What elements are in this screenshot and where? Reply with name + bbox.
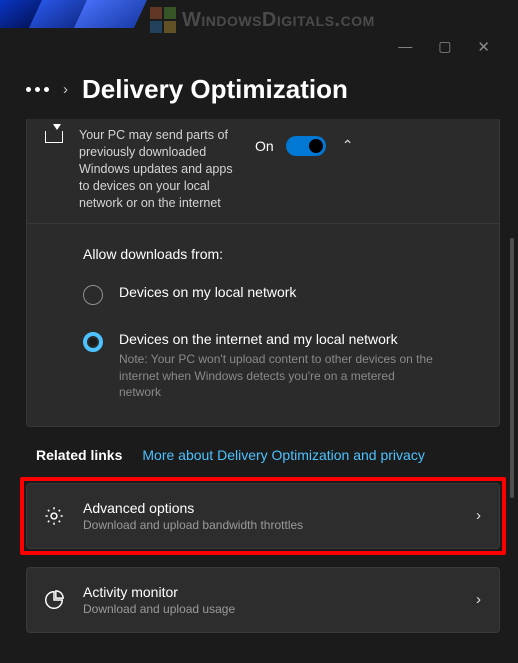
advanced-options-item[interactable]: Advanced options Download and upload ban… — [26, 483, 500, 549]
radio-internet-and-local[interactable]: Devices on the internet and my local net… — [83, 331, 481, 400]
item-subtitle: Download and upload usage — [83, 602, 235, 616]
item-subtitle: Download and upload bandwidth throttles — [83, 518, 303, 532]
radio-label: Devices on my local network — [119, 284, 296, 300]
maximize-button[interactable]: ▢ — [438, 38, 451, 56]
radio-label: Devices on the internet and my local net… — [119, 331, 439, 347]
close-button[interactable]: ✕ — [477, 38, 490, 56]
allow-downloads-section: Allow downloads from: Devices on my loca… — [27, 224, 499, 426]
minimize-button[interactable]: — — [398, 38, 412, 56]
activity-monitor-item[interactable]: Activity monitor Download and upload usa… — [26, 567, 500, 633]
item-title: Advanced options — [83, 500, 303, 516]
pie-chart-icon — [43, 589, 65, 611]
radio-local-network[interactable]: Devices on my local network — [83, 284, 481, 305]
radio-icon — [83, 332, 103, 352]
chevron-up-icon[interactable]: ⌃ — [338, 133, 358, 158]
header: › Delivery Optimization — [0, 62, 518, 119]
gear-icon — [43, 505, 65, 527]
more-icon[interactable] — [26, 87, 49, 92]
page-title: Delivery Optimization — [82, 74, 348, 105]
chevron-right-icon: › — [476, 507, 481, 524]
top-accent-strip — [0, 0, 518, 28]
related-links-row: Related links More about Delivery Optimi… — [26, 427, 500, 483]
allow-other-pcs-description: Your PC may send parts of previously dow… — [79, 127, 239, 211]
related-link-more[interactable]: More about Delivery Optimization and pri… — [142, 447, 424, 463]
download-tray-icon — [45, 131, 63, 143]
allow-downloads-label: Allow downloads from: — [83, 246, 481, 262]
radio-note: Note: Your PC won't upload content to ot… — [119, 351, 439, 400]
related-links-label: Related links — [36, 447, 122, 463]
breadcrumb-chevron-icon: › — [63, 81, 68, 98]
scrollbar[interactable] — [510, 238, 514, 498]
toggle-state-label: On — [255, 138, 274, 154]
window-controls: — ▢ ✕ — [398, 38, 490, 56]
radio-icon — [83, 285, 103, 305]
chevron-right-icon: › — [476, 591, 481, 608]
allow-other-pcs-row: Your PC may send parts of previously dow… — [27, 119, 499, 224]
item-title: Activity monitor — [83, 584, 235, 600]
allow-other-pcs-toggle[interactable] — [286, 136, 326, 156]
delivery-optimization-card: Your PC may send parts of previously dow… — [26, 119, 500, 427]
